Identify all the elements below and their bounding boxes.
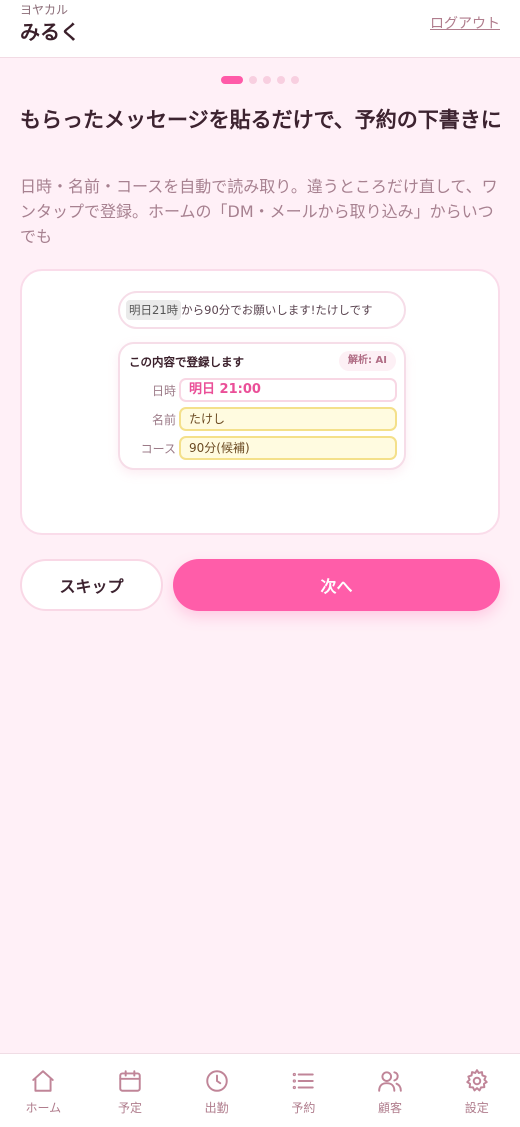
- field-value-date: 明日 21:00: [179, 378, 397, 402]
- clock-icon: [204, 1068, 230, 1094]
- home-icon: [30, 1068, 56, 1094]
- message-bubble: 明日21時 から90分でお願いします!たけしです: [118, 291, 406, 329]
- nav-label: 予定: [118, 1101, 143, 1115]
- nav-label: 顧客: [378, 1101, 403, 1115]
- preview-card: 明日21時 から90分でお願いします!たけしです この内容で登録します 解析: …: [20, 269, 500, 535]
- field-label-name: 名前: [151, 413, 176, 427]
- confirm-card: この内容で登録します 解析: AI 日時 明日 21:00 名前 たけし コース…: [118, 342, 406, 470]
- page-dot[interactable]: [291, 76, 299, 84]
- ai-badge: 解析: AI: [339, 351, 396, 371]
- skip-button[interactable]: スキップ: [20, 559, 163, 611]
- logout-link[interactable]: ログアウト: [430, 13, 500, 33]
- page-dot[interactable]: [263, 76, 271, 84]
- nav-label: ホーム: [25, 1101, 62, 1115]
- gear-icon: [464, 1068, 490, 1094]
- field-value-name: たけし: [179, 407, 397, 431]
- next-button[interactable]: 次へ: [173, 559, 500, 611]
- nav-item-customers[interactable]: 顧客: [347, 1054, 434, 1127]
- confirm-title: この内容で登録します: [129, 355, 244, 369]
- nav-item-schedule[interactable]: 予定: [87, 1054, 174, 1127]
- bottom-nav: ホーム 予定 出勤 予約 顧客 設定: [0, 1053, 520, 1127]
- page-dot[interactable]: [249, 76, 257, 84]
- nav-item-shift[interactable]: 出勤: [173, 1054, 260, 1127]
- nav-label: 設定: [464, 1101, 489, 1115]
- page-dot-active[interactable]: [221, 76, 243, 84]
- field-value-course: 90分(候補): [179, 436, 397, 460]
- list-icon: [290, 1068, 316, 1094]
- users-icon: [377, 1068, 403, 1094]
- app-title: みるく: [20, 20, 80, 44]
- app-header: ヨヤカル みるく ログアウト: [0, 0, 520, 58]
- field-label-course: コース: [140, 442, 176, 456]
- onboarding-description: 日時・名前・コースを自動で読み取り。違うところだけ直して、ワンタップで登録。ホー…: [20, 177, 498, 246]
- page-dot[interactable]: [277, 76, 285, 84]
- message-text: から90分でお願いします!たけしです: [181, 303, 373, 317]
- onboarding-headline: もらったメッセージを貼るだけで、予約の下書きに: [20, 108, 502, 132]
- nav-item-settings[interactable]: 設定: [433, 1054, 520, 1127]
- field-label-date: 日時: [151, 384, 176, 398]
- message-highlight: 明日21時: [126, 300, 182, 320]
- nav-label: 出勤: [204, 1101, 229, 1115]
- calendar-icon: [117, 1068, 143, 1094]
- nav-item-home[interactable]: ホーム: [0, 1054, 87, 1127]
- nav-item-reservations[interactable]: 予約: [260, 1054, 347, 1127]
- nav-label: 予約: [291, 1101, 316, 1115]
- page-indicator: [0, 76, 520, 86]
